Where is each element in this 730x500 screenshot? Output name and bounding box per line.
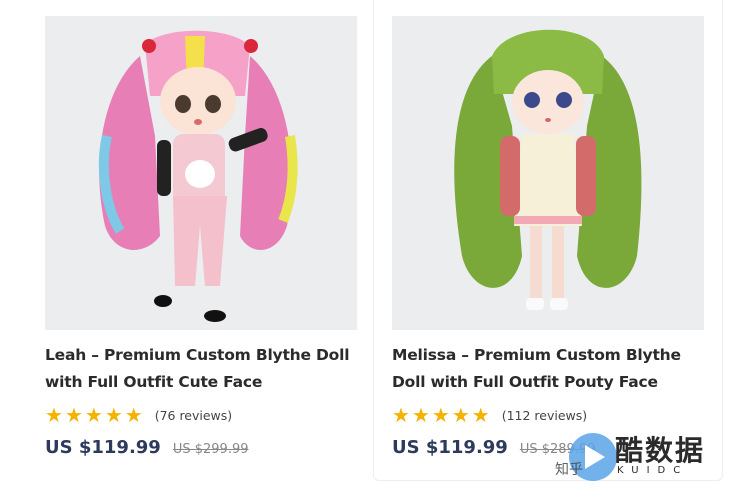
review-count[interactable]: (112 reviews) [502,408,587,423]
original-price: US $299.99 [172,442,249,457]
watermark: 知乎 酷数据 KUIDC [555,425,725,485]
product-title[interactable]: Leah – Premium Custom Blythe Doll with F… [45,342,355,396]
star-icon: ★ [124,403,143,427]
watermark-left-text: 知乎 [555,462,583,478]
current-price: US $119.99 [45,437,161,458]
star-icon: ★ [104,403,123,427]
star-icon: ★ [471,403,490,427]
product-card[interactable]: Leah – Premium Custom Blythe Doll with F… [22,0,370,480]
star-icon: ★ [64,403,83,427]
star-icon: ★ [84,403,103,427]
watermark-subtitle: KUIDC [617,465,689,476]
star-icon: ★ [411,403,430,427]
current-price: US $119.99 [392,437,508,458]
doll-pink-hair-image [45,16,357,330]
star-icon: ★ [431,403,450,427]
star-icon: ★ [45,403,63,427]
review-count[interactable]: (76 reviews) [155,408,232,423]
doll-green-hair-image [392,16,704,330]
product-image[interactable] [392,16,704,330]
product-card[interactable]: Melissa – Premium Custom Blythe Doll wit… [373,0,723,481]
product-image[interactable] [45,16,357,330]
price-block: US $119.99 US $299.99 [45,437,249,458]
rating: ★ ★ ★ ★ ★ (112 reviews) [392,404,587,426]
star-icon: ★ [451,403,470,427]
product-title[interactable]: Melissa – Premium Custom Blythe Doll wit… [392,342,702,396]
watermark-title: 酷数据 [615,434,706,467]
rating: ★ ★ ★ ★ ★ (76 reviews) [45,404,232,426]
star-icon: ★ [392,403,410,427]
